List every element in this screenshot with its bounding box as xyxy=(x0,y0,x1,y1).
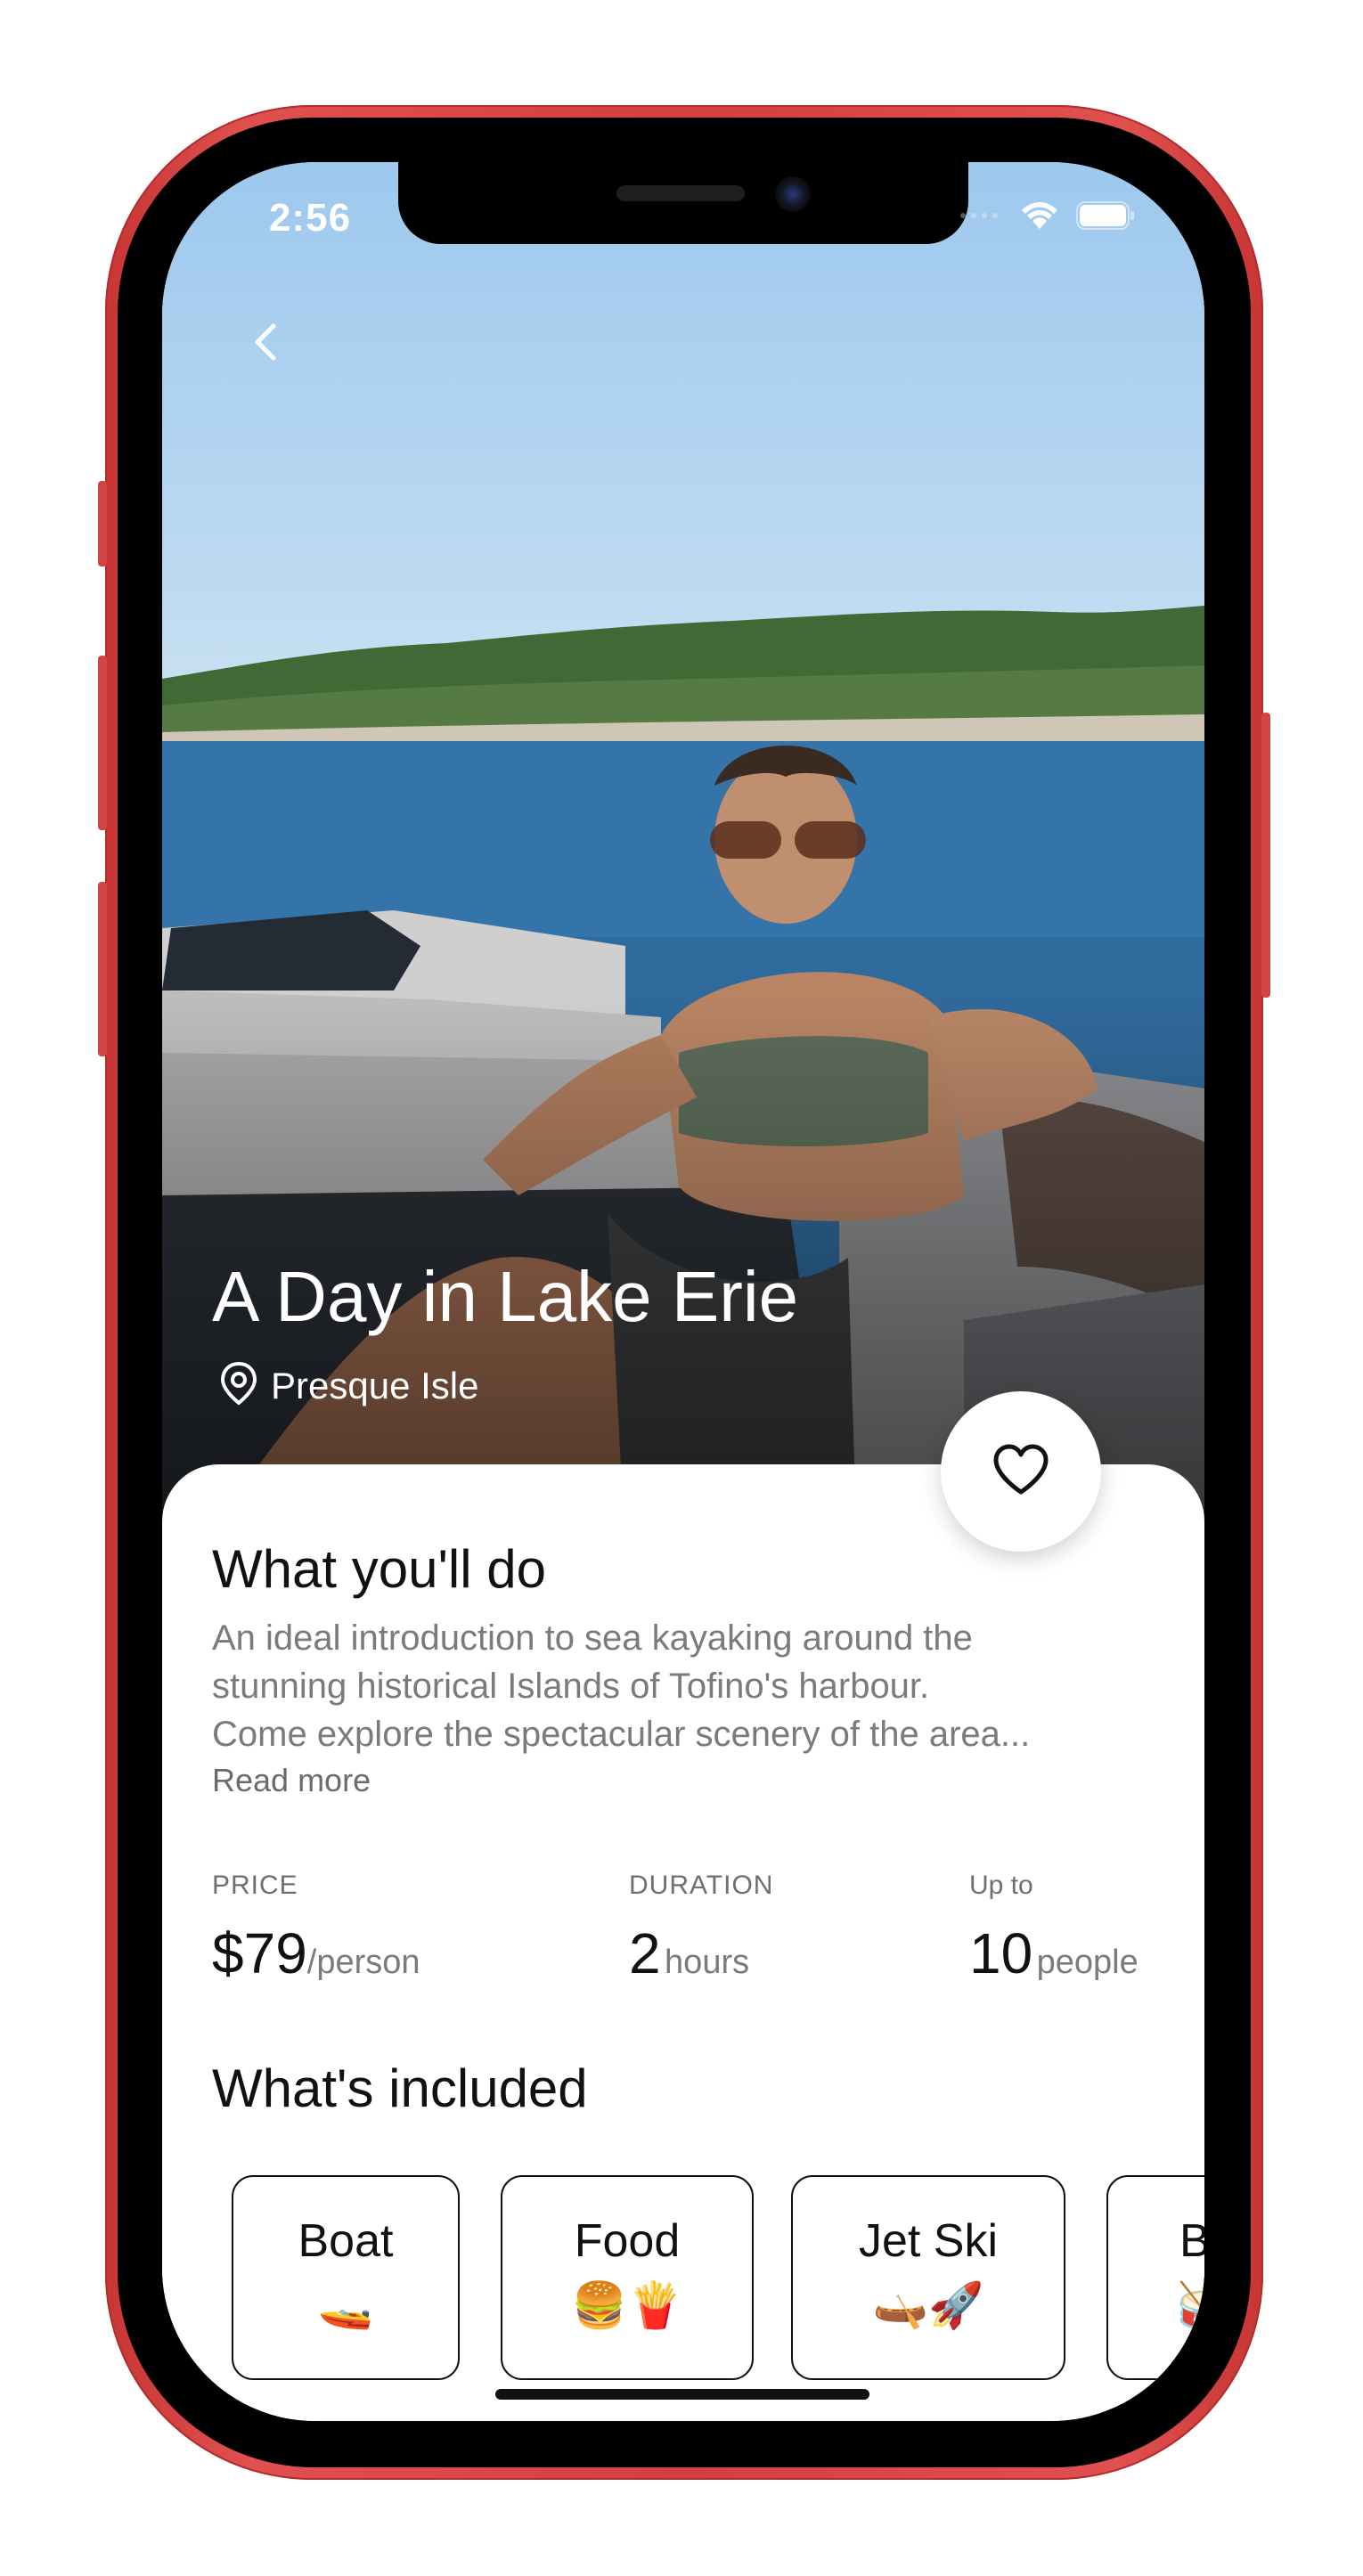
speedboat-icon: 🚤 xyxy=(317,2279,374,2331)
description-line: stunning historical Islands of Tofino's … xyxy=(212,1667,930,1706)
location-name: Presque Isle xyxy=(271,1364,479,1406)
notch xyxy=(398,162,968,244)
favorite-button[interactable] xyxy=(941,1391,1101,1552)
chevron-left-icon xyxy=(252,322,279,366)
price-value: $79 xyxy=(212,1921,307,1985)
duration-unit: hours xyxy=(665,1944,750,1981)
included-item-label: Jet Ski xyxy=(858,2215,999,2267)
back-button[interactable] xyxy=(241,319,290,369)
side-button-volume-down xyxy=(98,882,107,1056)
canoe-rocket-icon: 🛶🚀 xyxy=(872,2279,984,2331)
capacity-value-row: 10 people xyxy=(969,1920,1139,1986)
duration-label: DURATION xyxy=(629,1871,774,1900)
capacity-label: Up to xyxy=(969,1871,1033,1900)
description-line: Come explore the spectacular scenery of … xyxy=(212,1715,1031,1754)
drum-icon: 🥁 xyxy=(1176,2279,1204,2331)
map-pin-icon xyxy=(219,1361,258,1410)
included-item-boat[interactable]: Boat 🚤 xyxy=(232,2175,460,2380)
price-stat: PRICE $79/person xyxy=(212,1871,420,1986)
capacity-value: 10 xyxy=(969,1921,1033,1985)
heart-outline-icon xyxy=(992,1444,1049,1500)
hero-gradient-overlay xyxy=(162,162,1204,1552)
home-indicator[interactable] xyxy=(495,2389,869,2400)
included-item-label: B xyxy=(1179,2215,1204,2267)
experience-title: A Day in Lake Erie xyxy=(212,1257,799,1336)
status-time: 2:56 xyxy=(269,196,352,240)
earpiece-speaker xyxy=(616,185,745,201)
capacity-unit: people xyxy=(1036,1944,1139,1981)
side-button-volume-up xyxy=(98,656,107,830)
price-value-row: $79/person xyxy=(212,1920,420,1986)
hero-photo xyxy=(162,162,1204,1552)
status-icons xyxy=(959,200,1135,235)
side-button-silent xyxy=(98,481,107,567)
duration-value: 2 xyxy=(629,1921,661,1985)
front-camera xyxy=(775,176,811,212)
included-item-label: Boat xyxy=(298,2215,394,2267)
price-label: PRICE xyxy=(212,1871,298,1900)
what-youll-do-heading: What you'll do xyxy=(212,1539,546,1599)
included-item-food[interactable]: Food 🍔🍟 xyxy=(501,2175,754,2380)
duration-stat: DURATION 2 hours xyxy=(629,1871,773,1986)
experience-description: An ideal introduction to sea kayaking ar… xyxy=(212,1614,1156,1758)
duration-value-row: 2 hours xyxy=(629,1920,773,1986)
included-item-partial[interactable]: B 🥁 xyxy=(1106,2175,1204,2380)
whats-included-heading: What's included xyxy=(212,2058,588,2118)
description-line: An ideal introduction to sea kayaking ar… xyxy=(212,1618,973,1658)
capacity-stat: Up to 10 people xyxy=(969,1871,1139,1986)
included-item-label: Food xyxy=(574,2215,681,2267)
location-row: Presque Isle xyxy=(219,1361,478,1410)
signal-icon xyxy=(959,208,1003,227)
battery-icon xyxy=(1076,200,1135,234)
included-item-jet-ski[interactable]: Jet Ski 🛶🚀 xyxy=(791,2175,1065,2380)
read-more-link[interactable]: Read more xyxy=(212,1762,371,1799)
side-button-power xyxy=(1261,713,1270,998)
app-screen: 2:56 A Day in Lake Erie Presque Isle Wha… xyxy=(162,162,1204,2421)
price-unit: /person xyxy=(306,1944,420,1981)
wifi-icon xyxy=(1019,200,1060,235)
burger-fries-icon: 🍔🍟 xyxy=(571,2279,683,2331)
